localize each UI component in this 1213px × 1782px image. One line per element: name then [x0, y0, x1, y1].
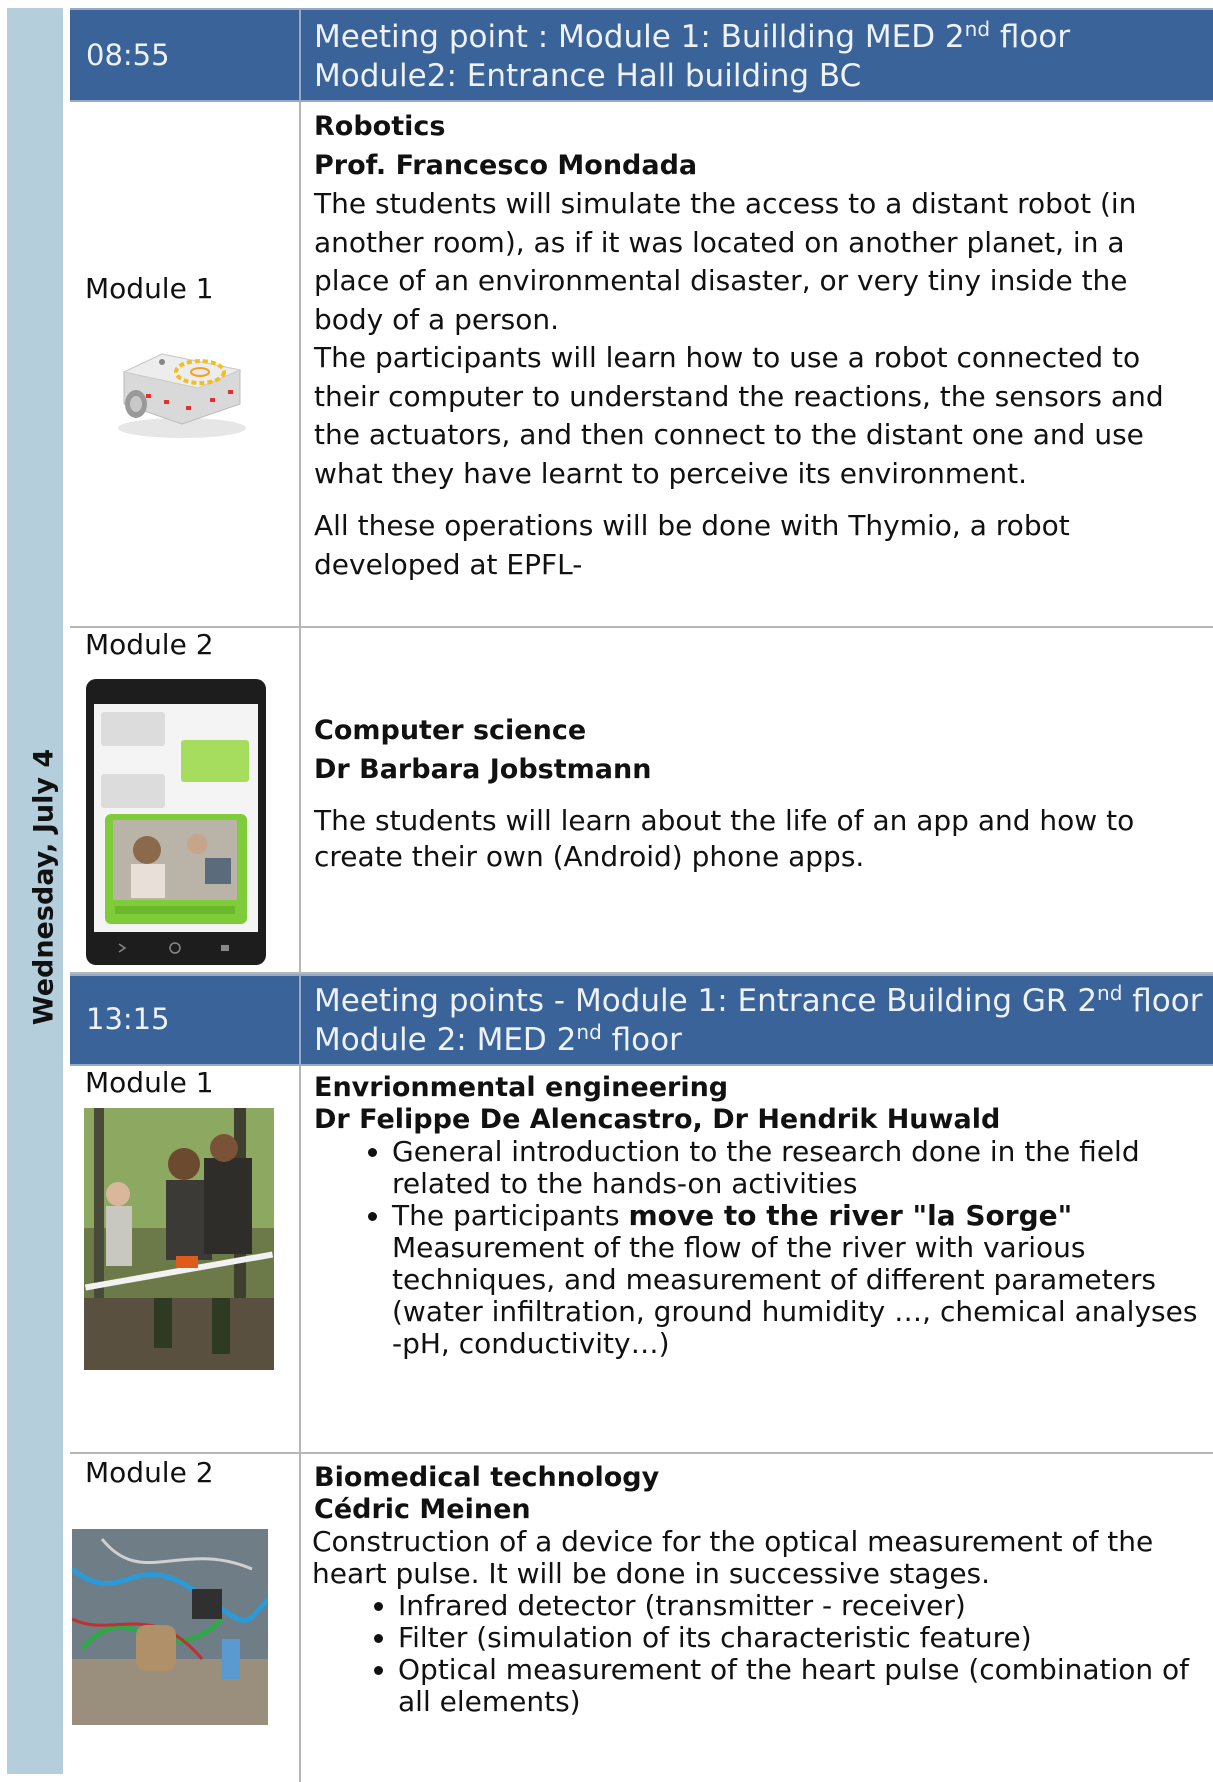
- column-divider: [299, 102, 301, 626]
- column-divider: [299, 1066, 301, 1452]
- module-label: Module 2: [85, 628, 214, 661]
- environmental-row: Module 1 Envrionmental engineering Dr Fe…: [70, 1066, 1213, 1454]
- description-paragraph: Construction of a device for the optical…: [312, 1525, 1154, 1590]
- env-content: Envrionmental engineering Dr Felippe De …: [314, 1072, 1203, 1360]
- electronics-image: [72, 1529, 268, 1725]
- column-divider: [299, 1454, 301, 1782]
- course-title: Robotics: [314, 111, 446, 142]
- robotics-content: Robotics Prof. Francesco Mondada The stu…: [314, 108, 1203, 584]
- course-title: Envrionmental engineering: [314, 1072, 729, 1103]
- cs-content: Computer science Dr Barbara Jobstmann Th…: [314, 712, 1203, 875]
- list-item: General introduction to the research don…: [392, 1136, 1203, 1200]
- computer-science-row: Module 2 Computer science Dr Barbara Job…: [70, 628, 1213, 974]
- bio-content: Biomedical technology Cédric Meinen Cons…: [312, 1462, 1203, 1718]
- tablet-app-image: [85, 678, 267, 966]
- course-teacher: Prof. Francesco Mondada: [314, 149, 698, 181]
- course-title: Biomedical technology: [314, 1462, 660, 1493]
- module-label: Module 2: [85, 1456, 214, 1489]
- course-teacher: Dr Barbara Jobstmann: [314, 753, 652, 785]
- column-divider: [299, 976, 301, 1064]
- description-paragraph: All these operations will be done with T…: [314, 509, 1070, 581]
- day-label: Wednesday, July 4: [28, 748, 60, 1026]
- robotics-row: Module 1 Robotics Prof. Francesco Mondad…: [70, 102, 1213, 628]
- description-paragraph: The participants will learn how to use a…: [314, 341, 1164, 490]
- column-divider: [299, 628, 301, 972]
- afternoon-header-row: 13:15 Meeting points - Module 1: Entranc…: [70, 974, 1213, 1066]
- river-fieldwork-image: [84, 1108, 274, 1370]
- module-label: Module 1: [85, 272, 214, 305]
- course-teacher: Dr Felippe De Alencastro, Dr Hendrik Huw…: [314, 1104, 1001, 1135]
- list-item: Filter (simulation of its characteristic…: [398, 1622, 1203, 1654]
- schedule-table: 08:55 Meeting point : Module 1: Builldin…: [70, 8, 1213, 1782]
- morning-header-row: 08:55 Meeting point : Module 1: Builldin…: [70, 8, 1213, 102]
- list-item: Optical measurement of the heart pulse (…: [398, 1654, 1203, 1718]
- thymio-robot-image: [102, 332, 252, 442]
- description-paragraph: The students will learn about the life o…: [314, 804, 1135, 873]
- meeting-point-text: Meeting points - Module 1: Entrance Buil…: [314, 981, 1203, 1058]
- time-label: 13:15: [86, 1002, 170, 1036]
- course-teacher: Cédric Meinen: [314, 1494, 531, 1525]
- list-item: Infrared detector (transmitter - receive…: [398, 1590, 1203, 1622]
- description-paragraph: The students will simulate the access to…: [314, 187, 1137, 336]
- time-label: 08:55: [86, 38, 170, 72]
- course-title: Computer science: [314, 715, 587, 746]
- list-item: The participants move to the river "la S…: [392, 1200, 1203, 1360]
- module-label: Module 1: [85, 1066, 214, 1099]
- meeting-point-text: Meeting point : Module 1: Buillding MED …: [314, 17, 1071, 94]
- stage-list: Infrared detector (transmitter - receive…: [314, 1590, 1203, 1718]
- activity-list: General introduction to the research don…: [314, 1136, 1203, 1360]
- column-divider: [299, 10, 301, 100]
- biomedical-row: Module 2 Biomedical technology Cédric Me…: [70, 1454, 1213, 1782]
